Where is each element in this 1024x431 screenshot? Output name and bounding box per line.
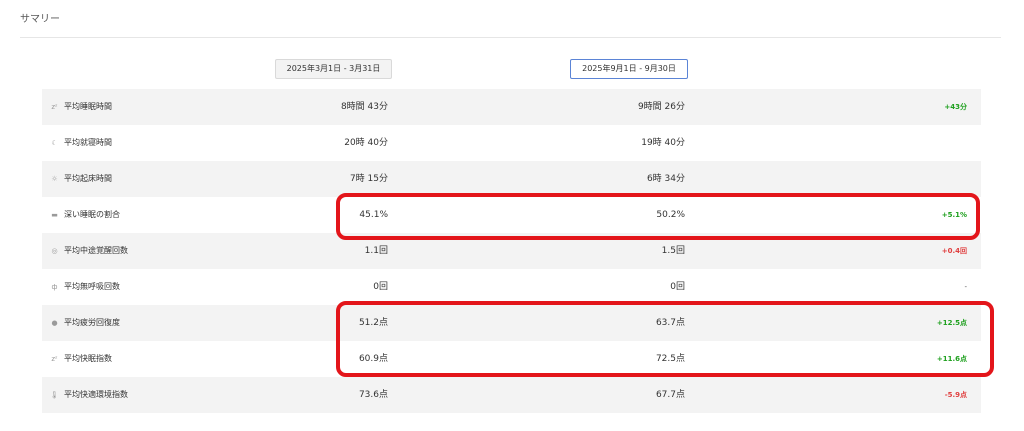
value-period-2: 6時 34分 xyxy=(646,174,685,184)
diff-value: - xyxy=(964,283,967,291)
table-row: ☾ 平均就寝時間 20時 40分 19時 40分 xyxy=(42,125,981,161)
row-label: 平均睡眠時間 xyxy=(64,102,112,111)
value-period-2: 9時間 26分 xyxy=(637,102,685,112)
value-period-1: 7時 15分 xyxy=(349,174,388,184)
row-label: 深い睡眠の割合 xyxy=(64,210,120,219)
row-label: 平均無呼吸回数 xyxy=(64,282,120,291)
wake-icon: ◎ xyxy=(51,247,58,255)
diff-value: +5.1% xyxy=(941,211,967,219)
row-label: 平均中途覚醒回数 xyxy=(64,246,128,255)
value-period-1: 51.2点 xyxy=(358,318,388,328)
value-period-1: 8時間 43分 xyxy=(340,102,388,112)
row-label: 平均快眠指数 xyxy=(64,354,112,363)
row-label: 平均就寝時間 xyxy=(64,138,112,147)
value-period-1: 20時 40分 xyxy=(344,138,388,148)
period-selector-1[interactable]: 2025年3月1日 - 3月31日 xyxy=(275,59,392,79)
row-label: 平均疲労回復度 xyxy=(64,318,120,327)
sun-icon: ☼ xyxy=(51,175,58,183)
value-period-2: 19時 40分 xyxy=(641,138,685,148)
moon-icon: ☾ xyxy=(51,139,58,147)
row-label: 平均快適環境指数 xyxy=(64,390,128,399)
table-row: zᶻ 平均睡眠時間 8時間 43分 9時間 26分 +43分 xyxy=(42,89,981,125)
bed-icon: ▬ xyxy=(51,211,58,219)
table-row: ☼ 平均起床時間 7時 15分 6時 34分 xyxy=(42,161,981,197)
diff-value: +43分 xyxy=(944,103,967,111)
table-row: ф 平均無呼吸回数 0回 0回 - xyxy=(42,269,981,305)
diff-value: +0.4回 xyxy=(941,247,967,255)
section-divider xyxy=(20,37,1001,38)
zz-icon: zᶻ xyxy=(51,103,58,111)
table-row: zᶻ 平均快眠指数 60.9点 72.5点 +11.6点 xyxy=(42,341,981,377)
zz-icon: zᶻ xyxy=(51,355,58,363)
table-row: 🌡 平均快適環境指数 73.6点 67.7点 -5.9点 xyxy=(42,377,981,413)
period-selector-2[interactable]: 2025年9月1日 - 9月30日 xyxy=(570,59,688,79)
table-row: ◎ 平均中途覚醒回数 1.1回 1.5回 +0.4回 xyxy=(42,233,981,269)
value-period-1: 0回 xyxy=(373,282,388,292)
section-title: サマリー xyxy=(20,14,60,25)
value-period-2: 0回 xyxy=(670,282,685,292)
person-icon: ● xyxy=(51,319,58,327)
table-row: ● 平均疲労回復度 51.2点 63.7点 +12.5点 xyxy=(42,305,981,341)
value-period-2: 67.7点 xyxy=(655,390,685,400)
value-period-1: 1.1回 xyxy=(364,246,388,256)
value-period-2: 1.5回 xyxy=(661,246,685,256)
value-period-2: 50.2% xyxy=(656,210,685,220)
lungs-icon: ф xyxy=(51,283,58,291)
row-label: 平均起床時間 xyxy=(64,174,112,183)
diff-value: -5.9点 xyxy=(944,391,967,399)
thermometer-icon: 🌡 xyxy=(50,391,59,399)
diff-value: +11.6点 xyxy=(936,355,967,363)
value-period-1: 60.9点 xyxy=(358,354,388,364)
diff-value: +12.5点 xyxy=(936,319,967,327)
value-period-1: 45.1% xyxy=(359,210,388,220)
value-period-2: 63.7点 xyxy=(655,318,685,328)
table-row: ▬ 深い睡眠の割合 45.1% 50.2% +5.1% xyxy=(42,197,981,233)
value-period-2: 72.5点 xyxy=(655,354,685,364)
value-period-1: 73.6点 xyxy=(358,390,388,400)
summary-table: zᶻ 平均睡眠時間 8時間 43分 9時間 26分 +43分 ☾ 平均就寝時間 20… xyxy=(42,89,981,413)
